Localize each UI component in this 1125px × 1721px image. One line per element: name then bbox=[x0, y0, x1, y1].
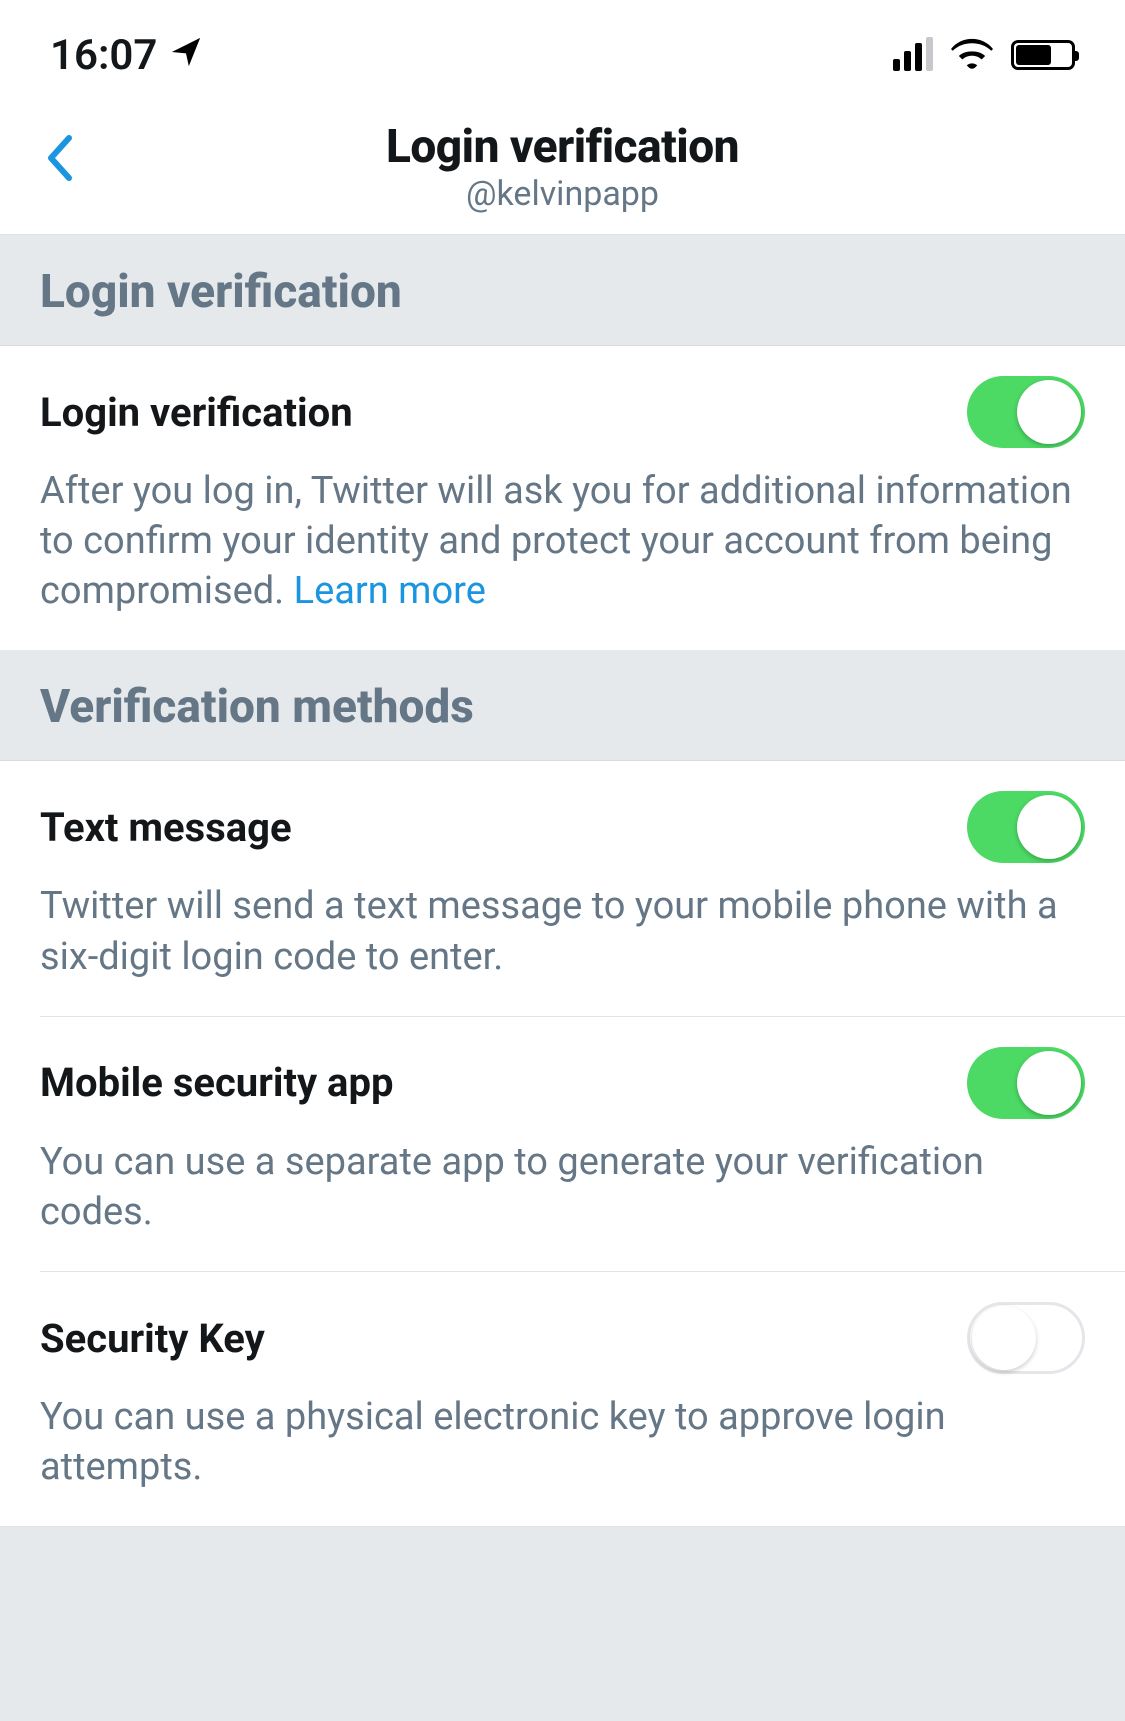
setting-description: Twitter will send a text message to your… bbox=[40, 881, 1085, 981]
status-bar: 16:07 bbox=[0, 0, 1125, 110]
cellular-signal-icon bbox=[893, 39, 933, 71]
nav-header: Login verification @kelvinpapp bbox=[0, 110, 1125, 235]
setting-title: Login verification bbox=[40, 389, 353, 436]
section-header-login-verification: Login verification bbox=[0, 235, 1125, 346]
wifi-icon bbox=[951, 37, 993, 73]
battery-icon bbox=[1011, 40, 1075, 70]
setting-login-verification: Login verification After you log in, Twi… bbox=[0, 346, 1125, 650]
toggle-text-message[interactable] bbox=[967, 791, 1085, 863]
status-right bbox=[893, 37, 1075, 73]
back-button[interactable] bbox=[34, 128, 84, 188]
verification-methods-list: Text message Twitter will send a text me… bbox=[0, 761, 1125, 1527]
setting-title: Security Key bbox=[40, 1315, 265, 1362]
setting-security-key: Security Key You can use a physical elec… bbox=[0, 1272, 1125, 1526]
setting-title: Text message bbox=[40, 804, 292, 851]
page-title: Login verification bbox=[40, 120, 1085, 174]
setting-title: Mobile security app bbox=[40, 1059, 393, 1106]
nav-title-block: Login verification @kelvinpapp bbox=[40, 120, 1085, 214]
chevron-left-icon bbox=[45, 133, 73, 183]
toggle-mobile-security-app[interactable] bbox=[967, 1047, 1085, 1119]
setting-text-message: Text message Twitter will send a text me… bbox=[0, 761, 1125, 1015]
setting-description: You can use a separate app to generate y… bbox=[40, 1137, 1085, 1237]
learn-more-link[interactable]: Learn more bbox=[294, 569, 486, 613]
toggle-security-key[interactable] bbox=[967, 1302, 1085, 1374]
setting-mobile-security-app: Mobile security app You can use a separa… bbox=[0, 1017, 1125, 1271]
toggle-login-verification[interactable] bbox=[967, 376, 1085, 448]
divider bbox=[0, 1526, 1125, 1527]
setting-description-text: After you log in, Twitter will ask you f… bbox=[40, 469, 1072, 613]
section-header-verification-methods: Verification methods bbox=[0, 650, 1125, 761]
status-left: 16:07 bbox=[50, 31, 203, 80]
setting-description: You can use a physical electronic key to… bbox=[40, 1392, 1085, 1492]
location-arrow-icon bbox=[169, 31, 203, 80]
status-time: 16:07 bbox=[50, 31, 157, 80]
setting-description: After you log in, Twitter will ask you f… bbox=[40, 466, 1085, 616]
page-subtitle: @kelvinpapp bbox=[40, 174, 1085, 214]
